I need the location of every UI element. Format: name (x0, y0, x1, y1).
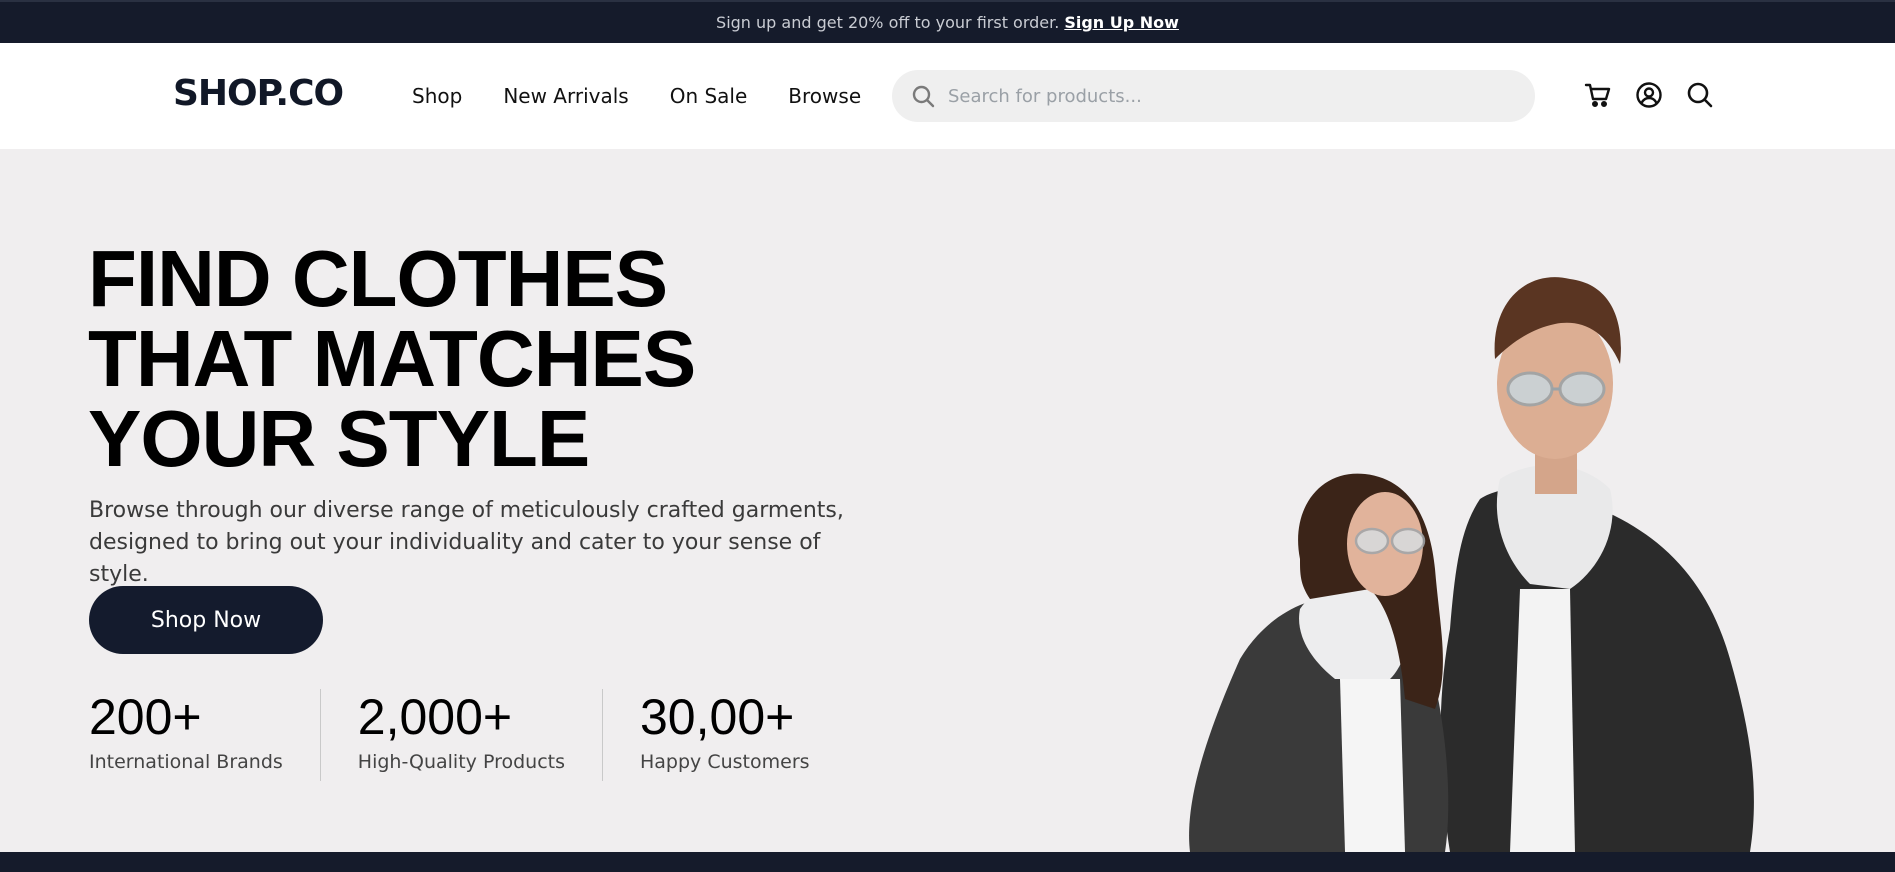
hero-headline: FIND CLOTHES THAT MATCHES YOUR STYLE (88, 234, 696, 483)
site-header: SHOP.CO Shop New Arrivals On Sale Browse (0, 43, 1895, 149)
stat-value: 2,000+ (357, 689, 513, 745)
stat-brands: 200+ International Brands (89, 689, 283, 773)
search-input[interactable] (948, 85, 1508, 107)
stat-value: 30,00+ (640, 689, 795, 745)
headline-line: YOUR STYLE (88, 394, 590, 483)
announcement-text: Sign up and get 20% off to your first or… (716, 13, 1060, 32)
search-icon (910, 83, 936, 109)
account-icon[interactable] (1634, 80, 1664, 110)
hero-section: FIND CLOTHES THAT MATCHES YOUR STYLE Bro… (0, 149, 1895, 852)
main-nav: Shop New Arrivals On Sale Browse (412, 84, 861, 108)
search-icon[interactable] (1685, 80, 1715, 110)
stat-customers: 30,00+ Happy Customers (640, 689, 810, 773)
hero-stats: 200+ International Brands 2,000+ High-Qu… (89, 689, 810, 781)
search-bar[interactable] (892, 70, 1535, 122)
header-actions (1583, 80, 1715, 110)
stat-label: Happy Customers (640, 751, 810, 773)
shop-now-button[interactable]: Shop Now (89, 586, 323, 654)
hero-description: Browse through our diverse range of meti… (89, 498, 844, 587)
cart-icon[interactable] (1583, 80, 1613, 110)
stat-divider (319, 689, 321, 781)
stat-label: International Brands (89, 751, 283, 773)
headline-line: THAT MATCHES (88, 314, 696, 403)
nav-browse[interactable]: Browse (788, 84, 861, 108)
logo[interactable]: SHOP.CO (173, 76, 344, 112)
nav-shop[interactable]: Shop (412, 84, 462, 108)
sign-up-link[interactable]: Sign Up Now (1064, 13, 1179, 32)
stat-divider (602, 689, 603, 781)
nav-on-sale[interactable]: On Sale (670, 84, 748, 108)
stat-value: 200+ (89, 689, 202, 745)
footer-band (0, 852, 1895, 872)
hero-models-image (1189, 277, 1754, 852)
headline-line: FIND CLOTHES (88, 234, 668, 323)
stat-products: 2,000+ High-Quality Products (358, 689, 565, 773)
stat-label: High-Quality Products (357, 751, 565, 773)
nav-new-arrivals[interactable]: New Arrivals (503, 84, 628, 108)
announcement-bar: Sign up and get 20% off to your first or… (0, 0, 1895, 43)
